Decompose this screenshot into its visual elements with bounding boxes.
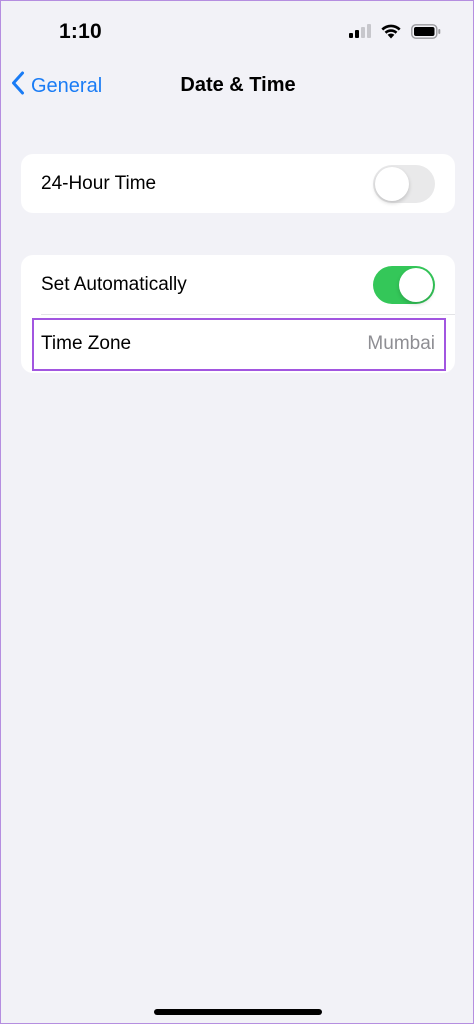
row-time-zone[interactable]: Time Zone Mumbai: [21, 314, 455, 373]
time-zone-value: Mumbai: [367, 332, 435, 354]
toggle-knob: [399, 267, 433, 302]
battery-icon: [411, 23, 441, 44]
toggle-set-automatically[interactable]: [373, 265, 435, 304]
cellular-signal-icon: [349, 24, 371, 43]
row-24-hour-time: 24-Hour Time: [21, 154, 455, 213]
row-label: 24-Hour Time: [41, 172, 157, 194]
row-label: Set Automatically: [41, 273, 187, 295]
settings-group-time-format: 24-Hour Time: [21, 154, 455, 213]
status-time: 1:10: [59, 20, 102, 43]
nav-bar: General Date & Time: [1, 63, 474, 109]
row-set-automatically: Set Automatically: [21, 255, 455, 314]
settings-group-auto-time: Set Automatically Time Zone Mumbai: [21, 255, 455, 373]
toggle-24-hour-time[interactable]: [373, 164, 435, 203]
row-label: Time Zone: [41, 332, 132, 354]
wifi-icon: [380, 23, 402, 44]
page-title: Date & Time: [180, 74, 296, 96]
status-icons: [349, 23, 441, 44]
toggle-knob: [375, 166, 409, 201]
status-bar: 1:10: [1, 1, 474, 63]
home-indicator: [154, 1009, 322, 1015]
